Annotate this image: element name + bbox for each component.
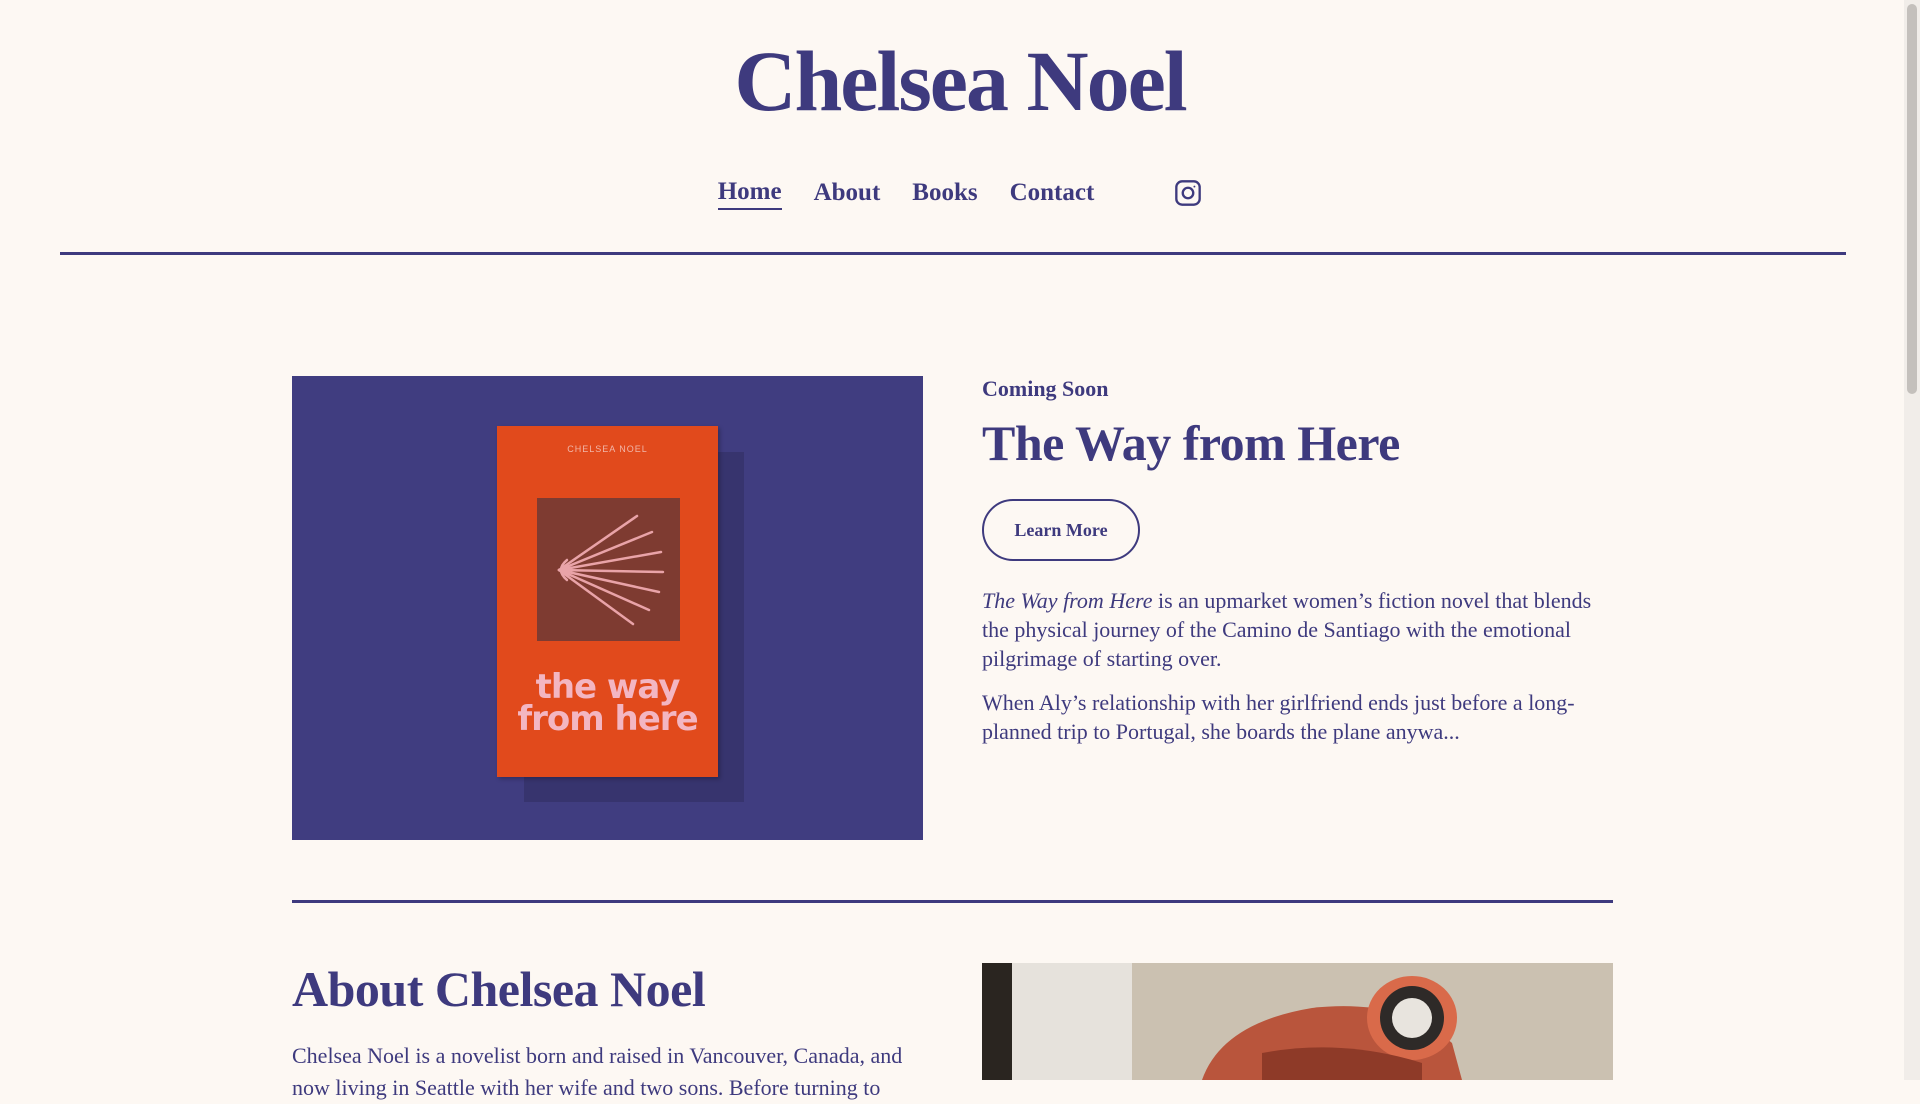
site-title[interactable]: Chelsea Noel <box>0 38 1920 124</box>
main-nav: Home About Books Contact <box>0 178 1920 210</box>
nav-contact[interactable]: Contact <box>1010 179 1095 209</box>
scrollbar[interactable] <box>1904 0 1920 1080</box>
book-cover-art <box>537 498 680 641</box>
section-divider <box>292 900 1613 903</box>
book-cover-title: the way from here <box>517 667 698 740</box>
book-description: The Way from Here is an upmarket women’s… <box>982 586 1602 673</box>
instagram-icon[interactable] <box>1174 179 1202 209</box>
scrollbar-thumb[interactable] <box>1907 4 1917 394</box>
scallop-shell-icon <box>557 514 665 626</box>
book-cover-panel[interactable]: CHELSEA NOEL the way from here <box>292 376 923 840</box>
learn-more-button[interactable]: Learn More <box>982 499 1140 561</box>
header-divider <box>60 252 1846 255</box>
about-heading: About Chelsea Noel <box>292 961 706 1017</box>
book-title-italic: The Way from Here <box>982 588 1153 613</box>
featured-book-title: The Way from Here <box>982 415 1400 471</box>
book-description-excerpt: When Aly’s relationship with her girlfri… <box>982 690 1575 744</box>
book-cover: CHELSEA NOEL the way from here <box>497 426 718 777</box>
nav-home[interactable]: Home <box>717 178 782 210</box>
author-photo <box>982 963 1613 1080</box>
about-text: Chelsea Noel is a novelist born and rais… <box>292 1043 903 1100</box>
coming-soon-label: Coming Soon <box>982 376 1109 401</box>
book-cover-author: CHELSEA NOEL <box>567 444 648 454</box>
nav-books[interactable]: Books <box>912 179 977 209</box>
nav-about[interactable]: About <box>814 179 881 209</box>
